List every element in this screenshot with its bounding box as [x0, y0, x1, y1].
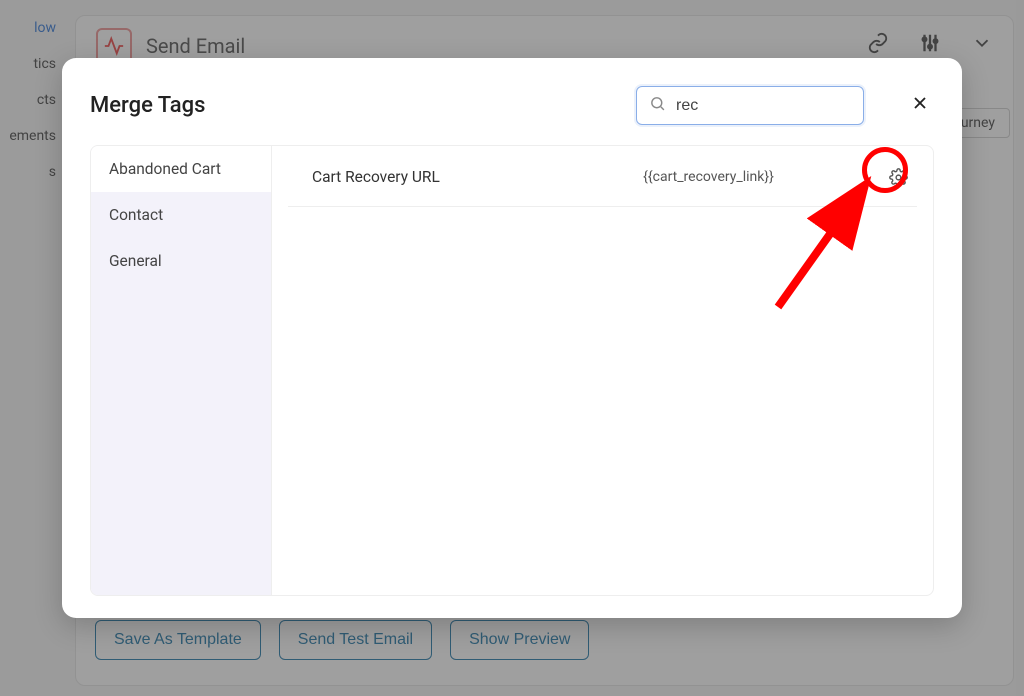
tab-contact[interactable]: Contact — [91, 192, 271, 238]
row-label: Cart Recovery URL — [312, 168, 532, 186]
close-button[interactable] — [906, 89, 934, 123]
modal-title: Merge Tags — [90, 93, 205, 118]
tab-general[interactable]: General — [91, 238, 271, 284]
gear-icon[interactable] — [885, 164, 911, 190]
search-icon — [649, 95, 666, 116]
modal-body: Abandoned Cart Contact General Cart Reco… — [90, 145, 934, 596]
tab-abandoned-cart[interactable]: Abandoned Cart — [91, 146, 271, 192]
merge-tag-row[interactable]: Cart Recovery URL {{cart_recovery_link}} — [288, 146, 917, 207]
modal-header: Merge Tags — [90, 86, 934, 125]
side-tabs: Abandoned Cart Contact General — [91, 146, 272, 595]
merge-tags-modal: Merge Tags Abandoned Cart Contact Genera… — [62, 58, 962, 618]
search-input[interactable] — [676, 97, 851, 115]
modal-content: Cart Recovery URL {{cart_recovery_link}} — [272, 146, 933, 595]
row-tag-value: {{cart_recovery_link}} — [532, 169, 885, 185]
search-input-wrap[interactable] — [636, 86, 864, 125]
